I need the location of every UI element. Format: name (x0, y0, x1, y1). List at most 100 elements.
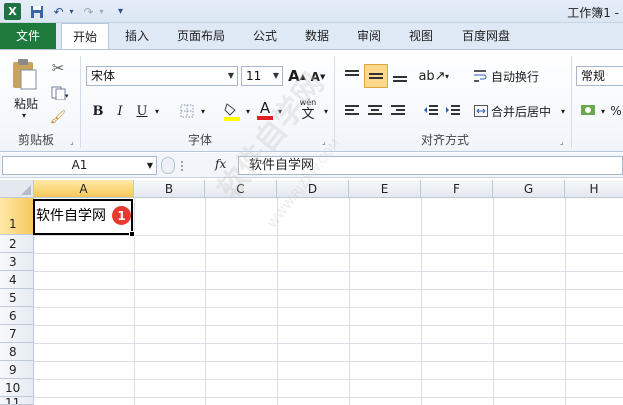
select-all-corner[interactable] (0, 180, 34, 198)
save-icon[interactable] (28, 3, 45, 20)
alignment-group-label: 对齐方式 (420, 133, 469, 147)
tab-view[interactable]: 视图 (399, 23, 443, 49)
tab-data[interactable]: 数据 (295, 23, 339, 49)
font-color-dropdown-icon[interactable]: ▾ (275, 102, 285, 120)
percent-style-icon[interactable]: % (609, 102, 623, 120)
chevron-down-icon: ▼ (146, 161, 153, 170)
align-center-icon[interactable] (365, 102, 385, 120)
row-header-9[interactable]: 9 (0, 361, 34, 379)
column-header-g[interactable]: G (493, 180, 565, 198)
tab-page-layout[interactable]: 页面布局 (168, 23, 234, 49)
grid-line (34, 379, 623, 380)
grid-line (134, 198, 135, 405)
window-title: 工作簿1 - (567, 6, 619, 20)
wrap-text-icon[interactable] (473, 66, 489, 86)
fill-color-icon[interactable] (222, 100, 242, 122)
paste-dropdown-icon[interactable]: ▾ (17, 110, 31, 120)
bold-button[interactable]: B (90, 102, 106, 120)
undo-dropdown-icon[interactable]: ▾ (63, 3, 80, 20)
grid-line (34, 325, 623, 326)
font-color-button[interactable]: A (256, 98, 274, 122)
formula-divider (178, 159, 208, 173)
accounting-dropdown-icon[interactable]: ▾ (599, 102, 607, 120)
redo-dropdown-icon[interactable]: ▾ (93, 3, 110, 20)
number-format-select[interactable]: 常规 (576, 66, 623, 86)
ribbon-tabs: 文件 开始 插入 页面布局 公式 数据 审阅 视图 百度网盘 (0, 23, 623, 50)
cut-icon[interactable]: ✂ (48, 58, 68, 78)
format-painter-icon[interactable]: 🖌 (48, 107, 68, 127)
wrap-text-button[interactable]: 自动换行 (491, 66, 549, 86)
row-header-3[interactable]: 3 (0, 253, 34, 271)
underline-button[interactable]: U (134, 102, 150, 120)
grid-line (277, 198, 278, 405)
align-middle-icon[interactable] (364, 64, 388, 88)
title-bar: X ↶ ▾ ↷ ▾ ▾ 工作簿1 - (0, 0, 623, 23)
alignment-launcher-icon[interactable]: ⌟ (560, 137, 564, 146)
align-bottom-icon[interactable] (390, 66, 410, 86)
shrink-font-button[interactable]: A ▼ (309, 68, 327, 86)
row-header-10[interactable]: 10 (0, 379, 34, 397)
font-size-select[interactable]: 11 ▼ (241, 66, 283, 86)
align-right-icon[interactable] (388, 102, 408, 120)
formula-bar-resize-handle[interactable] (161, 157, 175, 174)
name-box[interactable]: A1 ▼ (2, 156, 157, 175)
underline-dropdown-icon[interactable]: ▾ (152, 102, 162, 120)
customize-toolbar-icon[interactable]: ▾ (112, 3, 129, 20)
column-header-e[interactable]: E (349, 180, 421, 198)
row-header-6[interactable]: 6 (0, 307, 34, 325)
column-header-c[interactable]: C (205, 180, 277, 198)
column-header-f[interactable]: F (421, 180, 493, 198)
grid-line (34, 271, 623, 272)
row-header-8[interactable]: 8 (0, 343, 34, 361)
font-color-icon: A (259, 99, 271, 117)
grid-line (349, 198, 350, 405)
formula-input[interactable]: 软件自学网 (238, 156, 623, 175)
merge-center-icon[interactable] (473, 102, 489, 120)
font-name-select[interactable]: 宋体 ▼ (86, 66, 238, 86)
merge-dropdown-icon[interactable]: ▾ (558, 102, 568, 120)
decrease-indent-icon[interactable] (421, 102, 441, 120)
font-launcher-icon[interactable]: ⌟ (322, 137, 326, 146)
grow-font-button[interactable]: A ▲ (288, 66, 306, 86)
shrink-font-icon: A (310, 70, 320, 84)
row-header-1[interactable]: 1 (0, 198, 34, 235)
orientation-icon[interactable]: ab↗ (418, 66, 445, 86)
tab-formulas[interactable]: 公式 (243, 23, 287, 49)
copy-icon[interactable]: ▾ (48, 83, 72, 103)
increase-indent-icon[interactable] (443, 102, 463, 120)
border-dropdown-icon[interactable]: ▾ (198, 102, 208, 120)
row-header-4[interactable]: 4 (0, 271, 34, 289)
row-header-2[interactable]: 2 (0, 235, 34, 253)
fill-handle[interactable] (129, 231, 135, 237)
row-header-5[interactable]: 5 (0, 289, 34, 307)
tab-baidu-netdisk[interactable]: 百度网盘 (450, 23, 522, 49)
row-header-7[interactable]: 7 (0, 325, 34, 343)
tab-review[interactable]: 审阅 (347, 23, 391, 49)
italic-button[interactable]: I (112, 102, 128, 120)
column-header-b[interactable]: B (134, 180, 205, 198)
tab-file[interactable]: 文件 (0, 23, 56, 49)
formula-content: 软件自学网 (249, 158, 315, 173)
align-left-icon[interactable] (342, 102, 362, 120)
phonetic-dropdown-icon[interactable]: ▾ (321, 102, 331, 120)
accounting-format-icon[interactable] (578, 100, 598, 120)
merge-center-button[interactable]: 合并后居中 (491, 102, 559, 120)
fill-color-dropdown-icon[interactable]: ▾ (243, 102, 253, 120)
excel-logo-icon[interactable]: X (4, 3, 21, 20)
border-icon[interactable] (178, 102, 196, 120)
column-header-a[interactable]: A (34, 180, 134, 198)
font-color-swatch (257, 116, 273, 120)
grid-line (34, 235, 623, 236)
row-header-11[interactable]: 11 (0, 397, 34, 405)
group-separator (80, 56, 81, 148)
column-header-h[interactable]: H (565, 180, 623, 198)
column-header-d[interactable]: D (277, 180, 349, 198)
insert-function-icon[interactable]: fx (215, 157, 226, 171)
tab-home[interactable]: 开始 (61, 23, 109, 50)
phonetic-button[interactable]: wén 文 (296, 97, 320, 123)
clipboard-launcher-icon[interactable]: ⌟ (70, 137, 74, 146)
orientation-dropdown-icon[interactable]: ▾ (442, 66, 452, 86)
align-top-icon[interactable] (342, 66, 362, 86)
paste-icon[interactable] (8, 56, 40, 94)
tab-insert[interactable]: 插入 (115, 23, 159, 49)
